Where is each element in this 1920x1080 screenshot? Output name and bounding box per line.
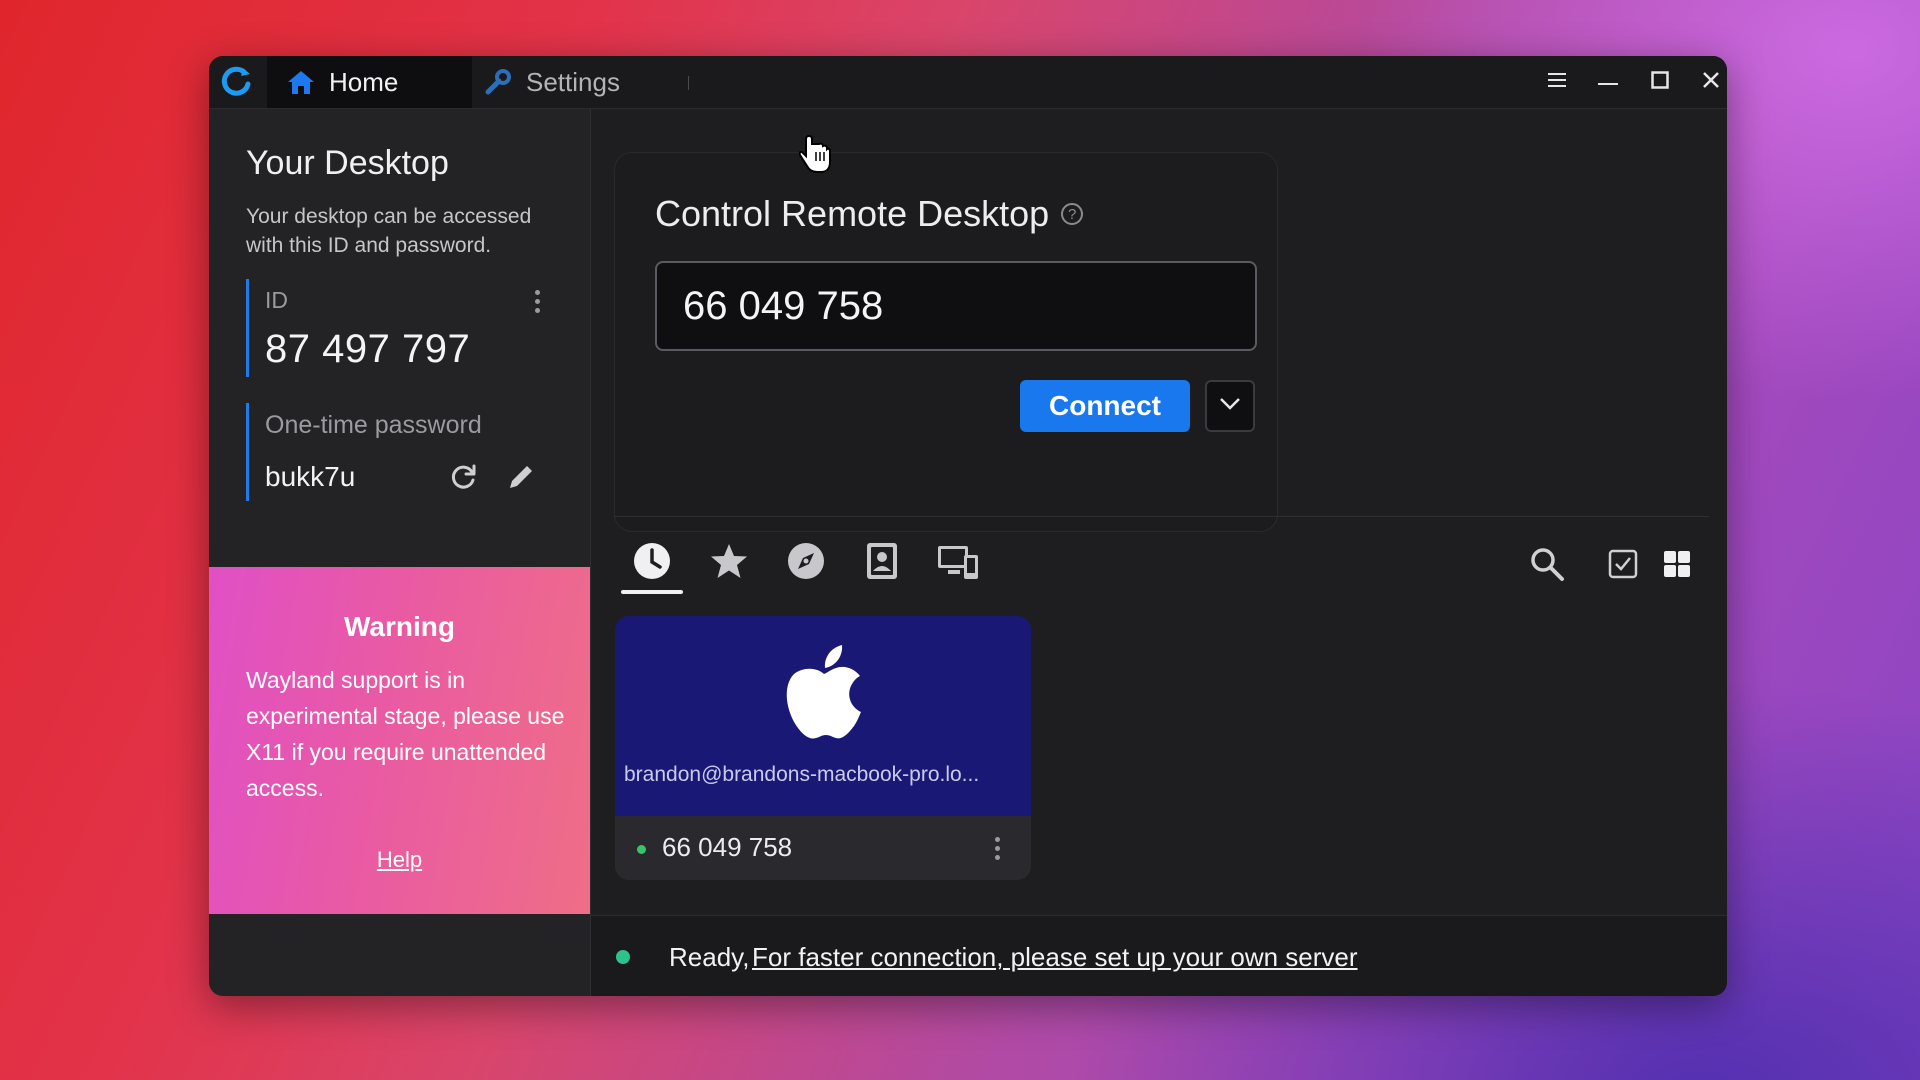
apple-icon (780, 642, 868, 751)
password-value[interactable]: bukk7u (265, 461, 355, 493)
close-icon (1702, 71, 1720, 94)
sidebar: Your Desktop Your desktop can be accesse… (209, 109, 591, 996)
id-label: ID (265, 287, 288, 313)
online-status-dot (637, 845, 646, 854)
setup-server-link[interactable]: For faster connection, please set up you… (752, 942, 1358, 973)
id-section: ID 87 497 797 (246, 279, 559, 377)
minimize-icon (1598, 73, 1618, 91)
control-remote-card: Control Remote Desktop ? Connect (614, 152, 1278, 532)
maximize-icon (1651, 70, 1669, 94)
warning-title: Warning (344, 611, 455, 642)
maximize-button[interactable] (1634, 56, 1686, 108)
recent-icon (632, 541, 672, 586)
tab-settings[interactable]: Settings (484, 56, 620, 108)
title-bar: Home Settings (209, 56, 1727, 109)
peer-more-icon[interactable] (985, 828, 1009, 868)
menu-icon (1547, 72, 1567, 93)
wrench-icon (484, 68, 512, 96)
peer-id: 66 049 758 (662, 832, 793, 862)
peer-card-header: brandon@brandons-macbook-pro.lo... (615, 616, 1031, 816)
your-desktop-title: Your Desktop (246, 144, 449, 182)
tab-settings-label: Settings (526, 66, 620, 97)
password-section: One-time password bukk7u (246, 403, 559, 501)
id-value[interactable]: 87 497 797 (265, 327, 470, 372)
search-icon[interactable] (1525, 542, 1569, 586)
peer-card[interactable]: brandon@brandons-macbook-pro.lo... 66 04… (615, 616, 1031, 880)
id-more-icon[interactable] (525, 281, 549, 321)
tab-home[interactable]: Home (267, 56, 472, 108)
address-book-icon (862, 541, 902, 586)
tab-favorites[interactable] (698, 534, 760, 592)
close-button[interactable] (1685, 56, 1727, 108)
edit-password-icon[interactable] (503, 459, 539, 495)
refresh-password-icon[interactable] (445, 459, 481, 495)
peer-name: brandon@brandons-macbook-pro.lo... (624, 763, 980, 786)
tab-address-book[interactable] (851, 534, 913, 592)
tab-devices[interactable] (927, 534, 989, 592)
menu-button[interactable] (1531, 56, 1583, 108)
control-remote-title-text: Control Remote Desktop (655, 193, 1050, 234)
devices-icon (936, 541, 980, 586)
help-link[interactable]: Help (209, 847, 590, 873)
home-icon (287, 69, 315, 95)
remote-id-input[interactable] (655, 261, 1257, 351)
status-indicator-dot (616, 950, 630, 964)
minimize-button[interactable] (1582, 56, 1634, 108)
chevron-down-icon (1219, 397, 1241, 416)
tab-recent[interactable] (621, 534, 683, 594)
discovered-compass-icon (786, 541, 826, 586)
hand-cursor-icon (798, 134, 833, 179)
tab-home-label: Home (329, 66, 399, 97)
status-text: Ready, (669, 942, 750, 972)
grid-view-icon[interactable] (1659, 546, 1695, 582)
favorites-star-icon (709, 541, 749, 586)
connect-options-button[interactable] (1205, 380, 1255, 432)
connect-button[interactable]: Connect (1020, 380, 1190, 432)
your-desktop-description: Your desktop can be accessed with this I… (246, 205, 532, 257)
tab-separator (688, 76, 689, 90)
peer-card-footer: 66 049 758 (615, 816, 1031, 880)
password-label: One-time password (265, 411, 482, 439)
rustdesk-logo-icon (215, 64, 257, 100)
status-bar: Ready, For faster connection, please set… (591, 915, 1727, 996)
warning-text: Wayland support is in experimental stage… (246, 667, 565, 801)
tab-discovered[interactable] (775, 534, 837, 592)
warning-panel: Warning Wayland support is in experiment… (209, 567, 590, 914)
help-question-icon[interactable]: ? (1061, 203, 1084, 225)
control-remote-title: Control Remote Desktop ? (655, 193, 1084, 235)
app-window: Home Settings Your Desktop Your desktop … (209, 56, 1727, 996)
section-divider (614, 516, 1709, 517)
select-checkbox-icon[interactable] (1605, 546, 1641, 582)
